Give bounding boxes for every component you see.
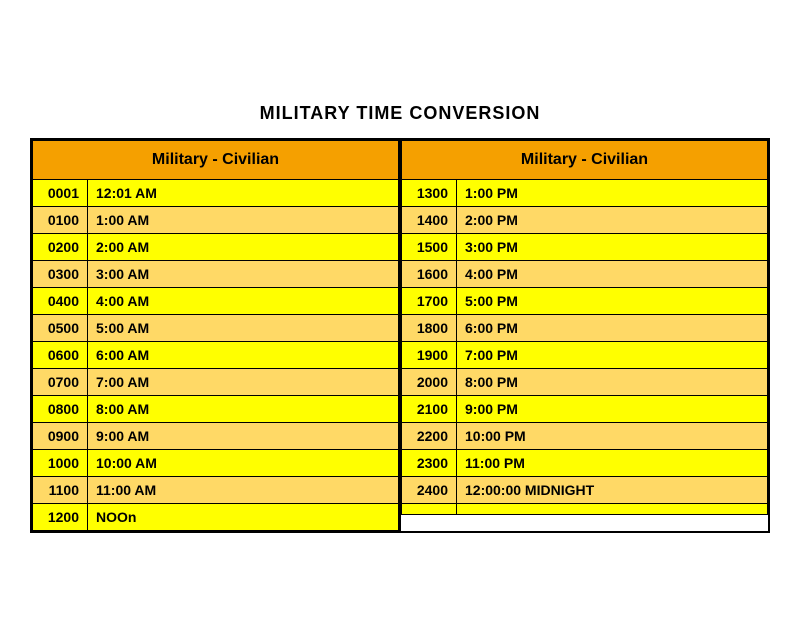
table-row: 02002:00 AM bbox=[33, 233, 399, 260]
civilian-time: 8:00 PM bbox=[457, 368, 768, 395]
military-time: 2100 bbox=[402, 395, 457, 422]
civilian-time: 4:00 AM bbox=[88, 287, 399, 314]
right-table: Military - Civilian 13001:00 PM14002:00 … bbox=[401, 140, 768, 515]
military-time: 2200 bbox=[402, 422, 457, 449]
military-time: 1200 bbox=[33, 503, 88, 530]
military-time: 0700 bbox=[33, 368, 88, 395]
table-row: 230011:00 PM bbox=[402, 449, 768, 476]
civilian-time: 7:00 PM bbox=[457, 341, 768, 368]
table-row: 100010:00 AM bbox=[33, 449, 399, 476]
civilian-time bbox=[457, 503, 768, 514]
civilian-time: 5:00 AM bbox=[88, 314, 399, 341]
table-row: 220010:00 PM bbox=[402, 422, 768, 449]
military-time: 0300 bbox=[33, 260, 88, 287]
military-time: 2400 bbox=[402, 476, 457, 503]
civilian-time: NOOn bbox=[88, 503, 399, 530]
table-row: 110011:00 AM bbox=[33, 476, 399, 503]
military-time: 0800 bbox=[33, 395, 88, 422]
civilian-time: 2:00 PM bbox=[457, 206, 768, 233]
civilian-time: 4:00 PM bbox=[457, 260, 768, 287]
military-time: 1800 bbox=[402, 314, 457, 341]
military-time: 1600 bbox=[402, 260, 457, 287]
civilian-time: 3:00 PM bbox=[457, 233, 768, 260]
table-row: 05005:00 AM bbox=[33, 314, 399, 341]
table-row: 04004:00 AM bbox=[33, 287, 399, 314]
table-row: 20008:00 PM bbox=[402, 368, 768, 395]
military-time: 1100 bbox=[33, 476, 88, 503]
civilian-time: 1:00 AM bbox=[88, 206, 399, 233]
military-time: 0200 bbox=[33, 233, 88, 260]
civilian-time: 3:00 AM bbox=[88, 260, 399, 287]
military-time: 0500 bbox=[33, 314, 88, 341]
civilian-time: 11:00 AM bbox=[88, 476, 399, 503]
table-row: 240012:00:00 MIDNIGHT bbox=[402, 476, 768, 503]
civilian-time: 10:00 PM bbox=[457, 422, 768, 449]
page-title: MILITARY TIME CONVERSION bbox=[260, 103, 541, 124]
civilian-time: 2:00 AM bbox=[88, 233, 399, 260]
left-table: Military - Civilian 000112:01 AM01001:00… bbox=[32, 140, 399, 531]
main-table: Military - Civilian 000112:01 AM01001:00… bbox=[30, 138, 770, 533]
table-row: 15003:00 PM bbox=[402, 233, 768, 260]
table-row: 09009:00 AM bbox=[33, 422, 399, 449]
civilian-time: 5:00 PM bbox=[457, 287, 768, 314]
table-row: 1200NOOn bbox=[33, 503, 399, 530]
military-time: 0900 bbox=[33, 422, 88, 449]
military-time bbox=[402, 503, 457, 514]
military-time: 0600 bbox=[33, 341, 88, 368]
table-row: 08008:00 AM bbox=[33, 395, 399, 422]
military-time: 1700 bbox=[402, 287, 457, 314]
civilian-time: 1:00 PM bbox=[457, 179, 768, 206]
military-time: 1500 bbox=[402, 233, 457, 260]
table-row: 17005:00 PM bbox=[402, 287, 768, 314]
civilian-time: 7:00 AM bbox=[88, 368, 399, 395]
civilian-time: 8:00 AM bbox=[88, 395, 399, 422]
table-row: 03003:00 AM bbox=[33, 260, 399, 287]
table-row: 18006:00 PM bbox=[402, 314, 768, 341]
civilian-time: 12:00:00 MIDNIGHT bbox=[457, 476, 768, 503]
table-row: 14002:00 PM bbox=[402, 206, 768, 233]
military-time: 0100 bbox=[33, 206, 88, 233]
table-row: 19007:00 PM bbox=[402, 341, 768, 368]
table-row: 000112:01 AM bbox=[33, 179, 399, 206]
civilian-time: 6:00 AM bbox=[88, 341, 399, 368]
military-time: 2000 bbox=[402, 368, 457, 395]
military-time: 1900 bbox=[402, 341, 457, 368]
military-time: 1000 bbox=[33, 449, 88, 476]
military-time: 0400 bbox=[33, 287, 88, 314]
left-header: Military - Civilian bbox=[33, 140, 399, 179]
table-row bbox=[402, 503, 768, 514]
civilian-time: 10:00 AM bbox=[88, 449, 399, 476]
table-row: 21009:00 PM bbox=[402, 395, 768, 422]
military-time: 1300 bbox=[402, 179, 457, 206]
civilian-time: 9:00 AM bbox=[88, 422, 399, 449]
civilian-time: 12:01 AM bbox=[88, 179, 399, 206]
military-time: 2300 bbox=[402, 449, 457, 476]
table-row: 01001:00 AM bbox=[33, 206, 399, 233]
civilian-time: 11:00 PM bbox=[457, 449, 768, 476]
table-row: 07007:00 AM bbox=[33, 368, 399, 395]
table-row: 06006:00 AM bbox=[33, 341, 399, 368]
civilian-time: 9:00 PM bbox=[457, 395, 768, 422]
table-row: 16004:00 PM bbox=[402, 260, 768, 287]
military-time: 1400 bbox=[402, 206, 457, 233]
right-header: Military - Civilian bbox=[402, 140, 768, 179]
table-row: 13001:00 PM bbox=[402, 179, 768, 206]
civilian-time: 6:00 PM bbox=[457, 314, 768, 341]
military-time: 0001 bbox=[33, 179, 88, 206]
